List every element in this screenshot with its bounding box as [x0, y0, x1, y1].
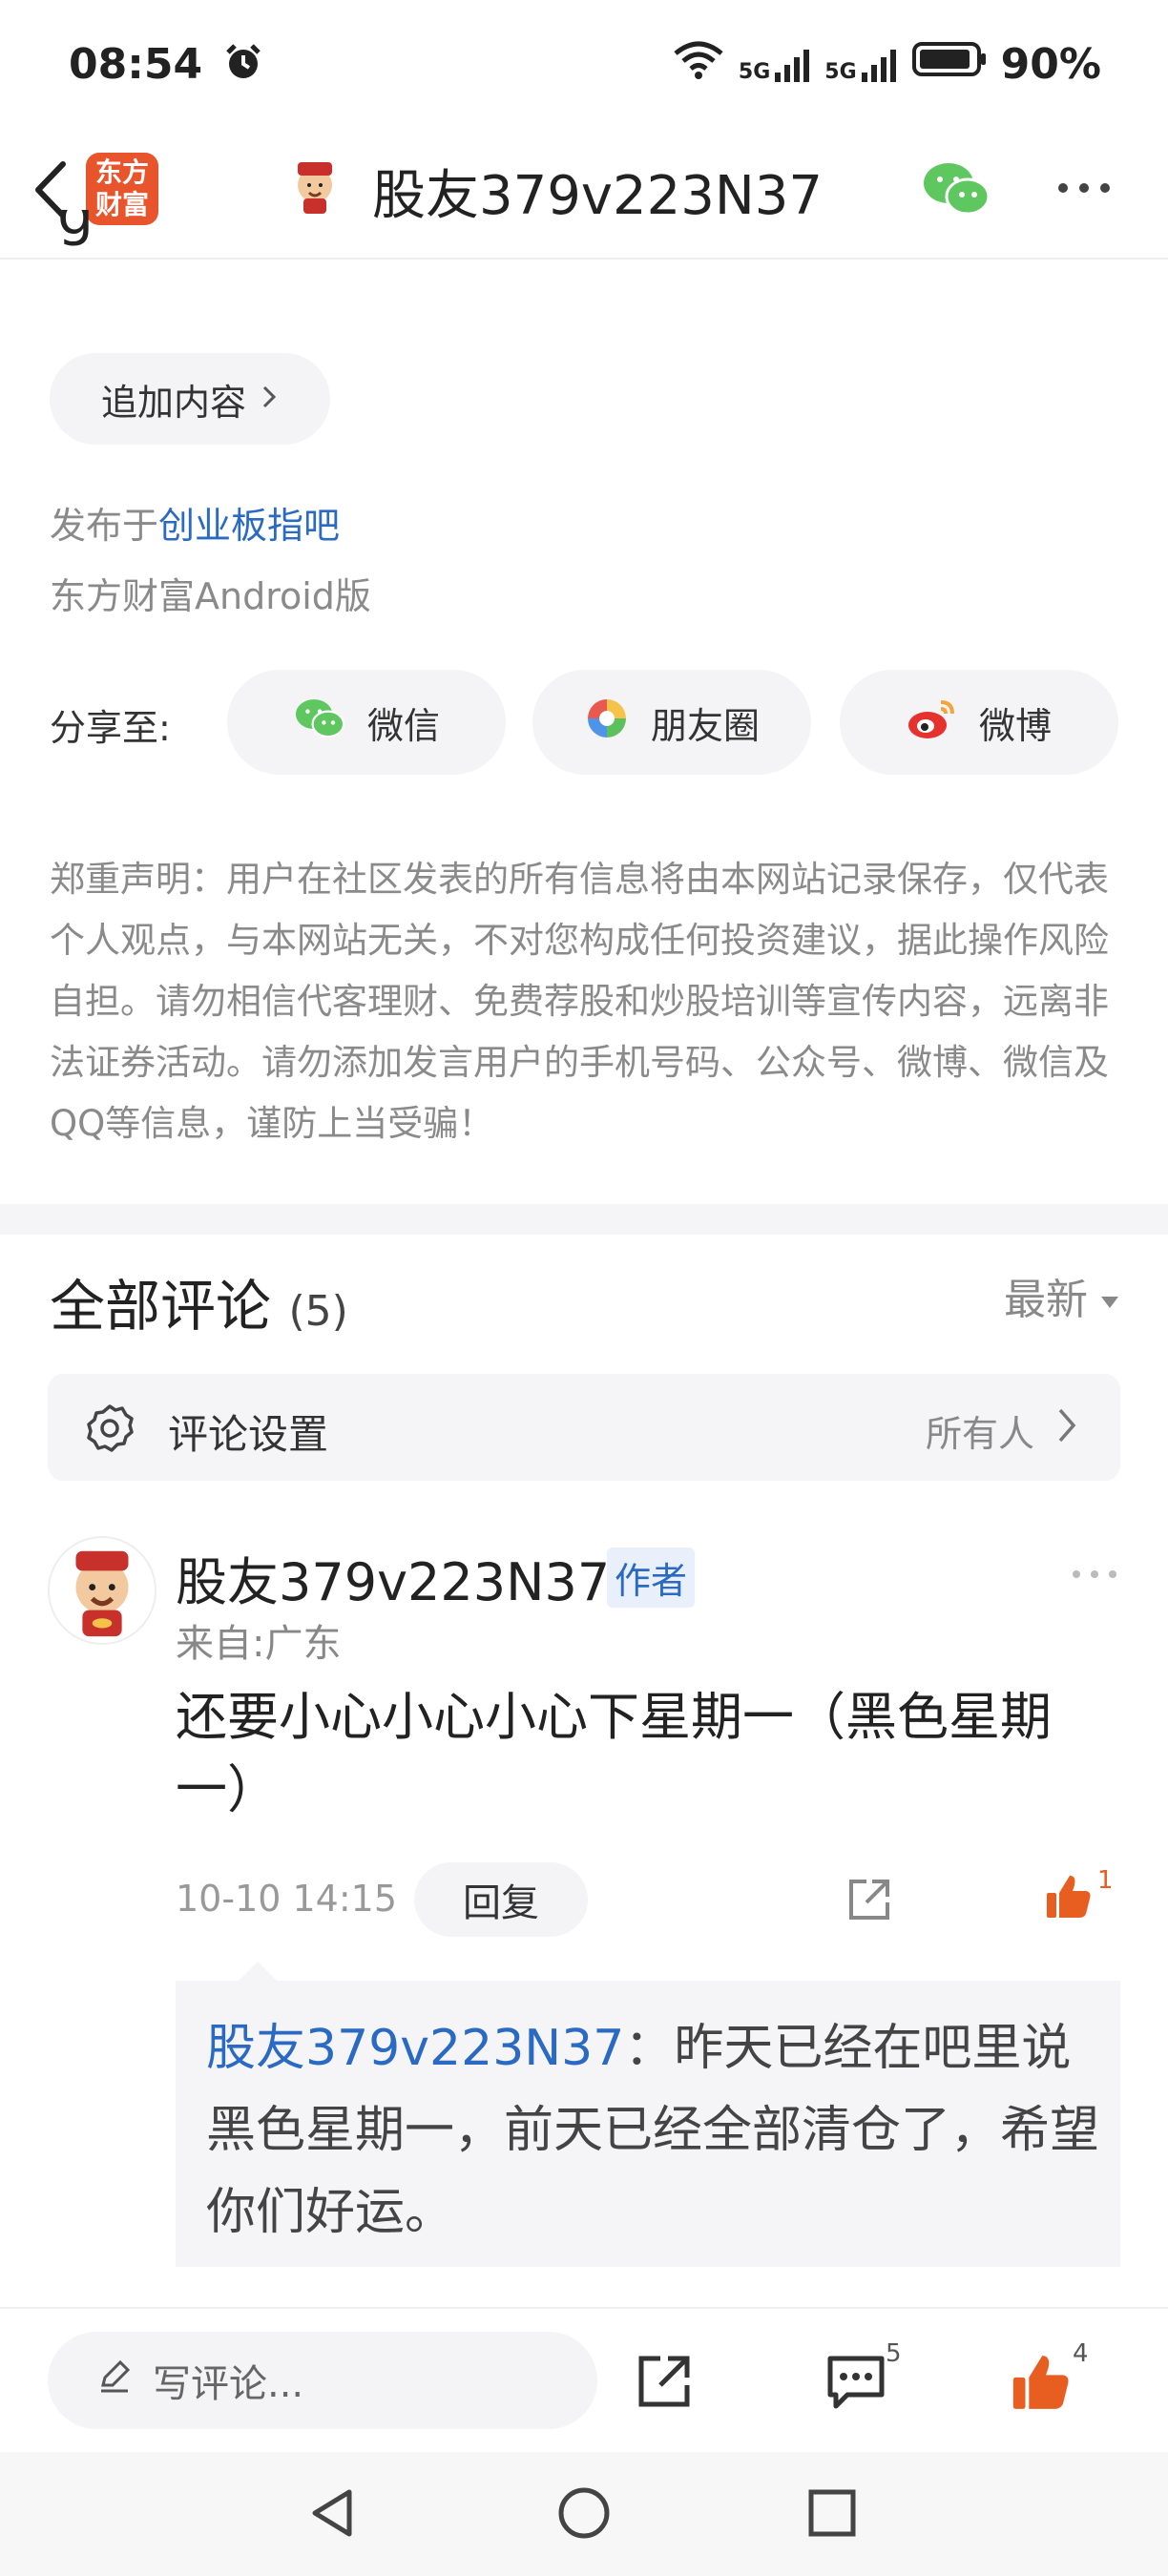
section-divider [0, 1204, 1168, 1235]
header-title: 股友379v223N37 [372, 165, 824, 227]
logo-line-2: 财富 [94, 189, 149, 220]
append-content-button[interactable]: 追加内容 [50, 353, 330, 445]
app-logo[interactable]: 东方 财富 [86, 153, 158, 225]
reply-label: 回复 [463, 1881, 539, 1925]
net-label-2: 5G [824, 59, 857, 84]
comment-share-icon[interactable] [844, 1874, 895, 1929]
sort-label: 最新 [1004, 1276, 1088, 1324]
signal-5g-icon-1: 5G [739, 46, 811, 84]
share-wechat-label: 微信 [366, 704, 440, 747]
posted-prefix: 发布于 [50, 505, 159, 547]
signal-5g-icon-2: 5G [824, 46, 897, 84]
gear-icon [84, 1402, 136, 1458]
comments-title-text: 全部评论 [50, 1274, 272, 1339]
wechat-share-icon[interactable] [920, 158, 992, 219]
comment-location: 来自:广东 [176, 1622, 342, 1666]
comments-count: (5) [288, 1287, 348, 1336]
author-badge: 作者 [607, 1548, 696, 1608]
moments-icon [584, 696, 630, 750]
comment-more-icon[interactable] [1069, 1565, 1120, 1584]
nav-recents-icon[interactable] [805, 2486, 859, 2544]
battery-icon [911, 38, 988, 91]
write-comment-placeholder: 写评论... [153, 2362, 304, 2406]
share-moments-button[interactable]: 朋友圈 [532, 670, 811, 775]
disclaimer-text: 郑重声明：用户在社区发表的所有信息将由本网站记录保存，仅代表个人观点，与本网站无… [50, 859, 1109, 1144]
caret-down-icon [1099, 1272, 1120, 1320]
like-button[interactable]: 4 [1010, 2339, 1095, 2416]
quote-author-link[interactable]: 股友379v223N37 [206, 2020, 624, 2077]
posted-bar-link[interactable]: 创业板指吧 [158, 505, 340, 547]
reply-quote-text: 股友379v223N37：昨天已经在吧里说黑色星期一，前天已经全部清仓了，希望你… [206, 2007, 1103, 2254]
comment-author[interactable]: 股友379v223N37 [176, 1540, 610, 1615]
nav-home-icon[interactable] [555, 2484, 613, 2545]
reply-button[interactable]: 回复 [414, 1862, 588, 1937]
append-content-label: 追加内容 [100, 381, 246, 424]
share-wechat-button[interactable]: 微信 [227, 670, 506, 775]
share-moments-label: 朋友圈 [650, 704, 760, 747]
status-indicators: 5G 5G 90% [672, 38, 1101, 91]
wifi-icon [672, 38, 725, 91]
battery-percent: 90% [1000, 40, 1101, 89]
comments-button[interactable]: 5 [824, 2339, 910, 2416]
comment-like-count: 1 [1097, 1866, 1114, 1895]
chevron-right-icon [260, 378, 279, 420]
sort-dropdown[interactable]: 最新 [1004, 1265, 1120, 1326]
nav-back-icon[interactable] [303, 2484, 361, 2545]
post-text-remnant: g [57, 210, 94, 248]
status-time: 08:54 [69, 40, 264, 93]
wechat-icon [293, 696, 346, 750]
logo-line-1: 东方 [94, 156, 149, 188]
status-time-text: 08:54 [69, 40, 203, 89]
net-label-1: 5G [738, 59, 771, 84]
post-client: 东方财富Android版 [50, 575, 371, 617]
comments-title: 全部评论 (5) [50, 1261, 348, 1341]
comment-settings-bar[interactable]: 评论设置 所有人 [48, 1374, 1120, 1481]
comment-like-button[interactable]: 1 [1044, 1866, 1120, 1923]
share-weibo-button[interactable]: 微博 [840, 670, 1118, 775]
share-icon[interactable] [634, 2351, 695, 2416]
comment-settings-label: 评论设置 [168, 1411, 329, 1458]
comment-text: 还要小心小心小心下星期一（黑色星期一） [176, 1687, 1052, 1819]
weibo-icon [907, 696, 958, 749]
posted-in: 发布于创业板指吧 [50, 496, 340, 549]
pencil-icon [95, 2357, 134, 2404]
header-avatar[interactable] [284, 156, 345, 218]
commenter-avatar[interactable] [48, 1536, 156, 1645]
chevron-right-icon [1055, 1406, 1078, 1448]
comment-time: 10-10 14:15 [176, 1878, 398, 1920]
comment-settings-value: 所有人 [925, 1413, 1034, 1455]
quote-pointer [239, 1962, 277, 1981]
more-icon[interactable] [1053, 174, 1115, 202]
alarm-icon [222, 41, 264, 93]
comment-count-badge: 5 [886, 2339, 902, 2368]
like-count-badge: 4 [1073, 2339, 1089, 2368]
share-label: 分享至: [50, 707, 171, 749]
write-comment-input[interactable]: 写评论... [48, 2332, 597, 2429]
share-weibo-label: 微博 [978, 704, 1052, 747]
